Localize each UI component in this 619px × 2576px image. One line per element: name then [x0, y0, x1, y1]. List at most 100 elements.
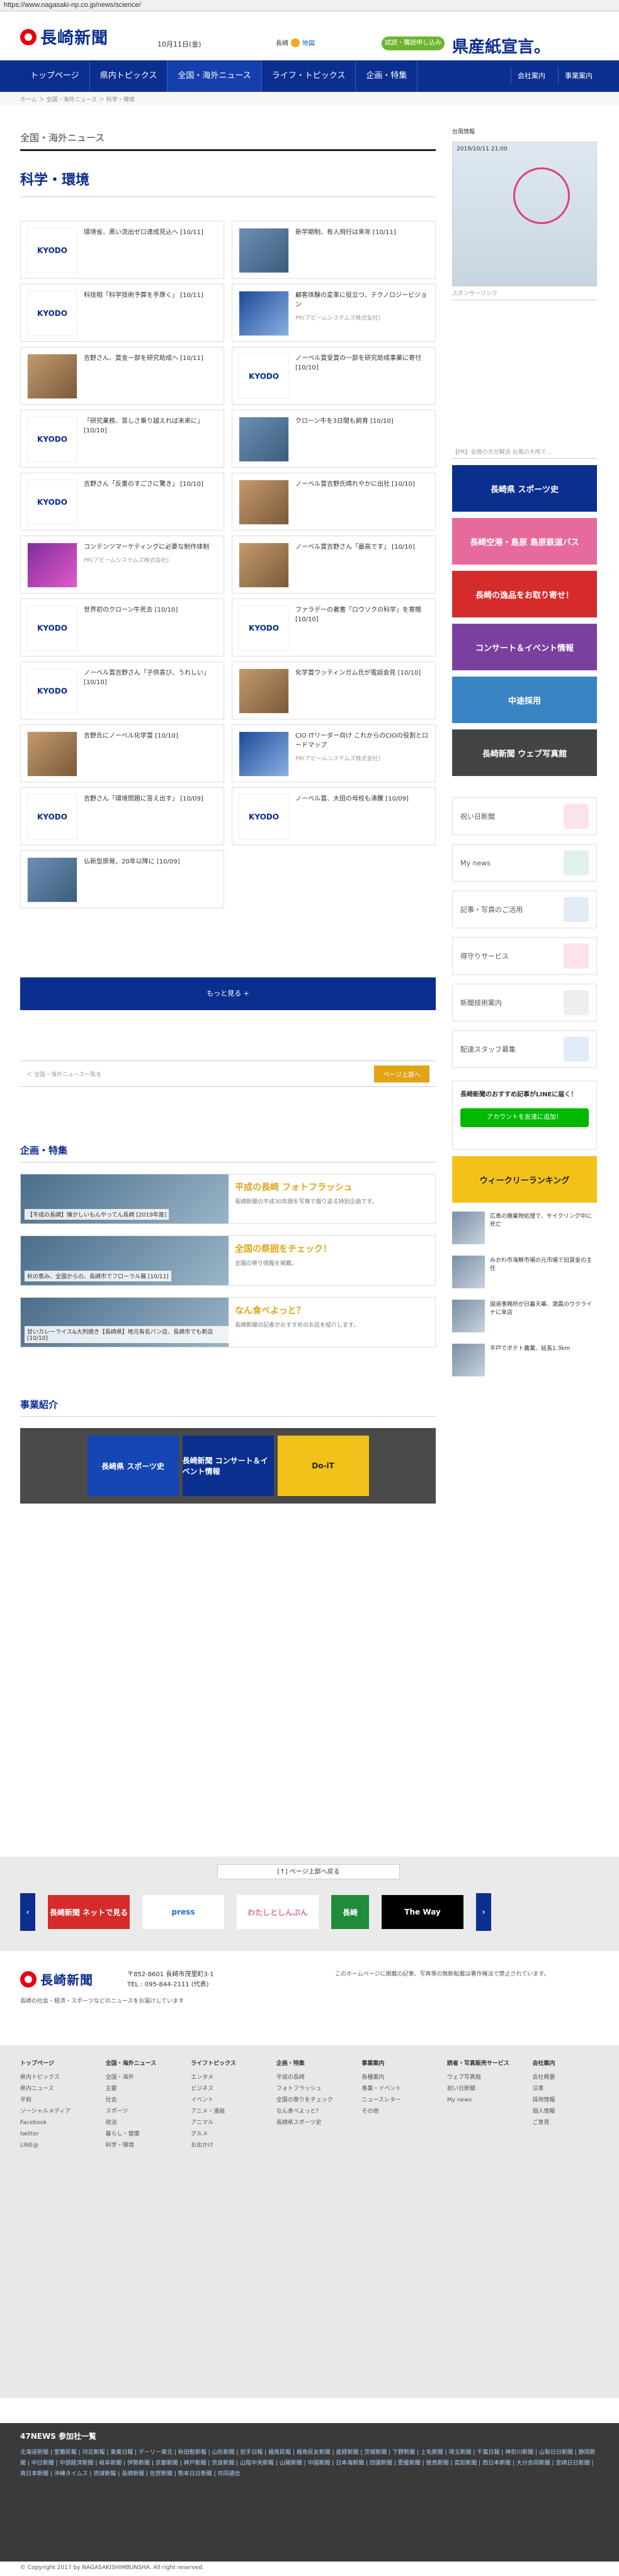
side-ad[interactable]: 長崎空港・島原 島原鉄道バス	[452, 518, 597, 565]
footer-link[interactable]: 県内トピックス	[20, 2072, 87, 2083]
footer-link[interactable]: スポーツ	[106, 2106, 173, 2117]
article-title[interactable]: CIO ITリーダー向け これからのCIOの役割とロードマップ	[295, 733, 428, 749]
footer-link[interactable]: 全国・海外	[106, 2072, 173, 2083]
banner[interactable]: press	[142, 1895, 224, 1929]
footer-link[interactable]: アニメ・漫画	[191, 2106, 258, 2117]
feature-row[interactable]: 秋の恵み、全国からの、長崎市でフローラル展 [10/11] 全国の祭囲をチェック！…	[20, 1235, 436, 1286]
footer-link[interactable]: 事業・イベント	[361, 2083, 428, 2095]
side-link[interactable]: 新聞技術案内	[452, 984, 597, 1021]
footer-link[interactable]: 社会	[106, 2095, 173, 2106]
breadcrumb[interactable]: ホーム ＞ 全国・海外ニュース ＞ 科学・環境	[0, 92, 619, 106]
footer-link[interactable]: アニマル	[191, 2117, 258, 2129]
side-ad[interactable]: コンサート＆イベント情報	[452, 624, 597, 670]
banner[interactable]: The Way	[382, 1895, 463, 1929]
footer-column-title[interactable]: トップページ	[20, 2058, 87, 2069]
article-card[interactable]: KYODO 科技相「科学技術予算を手厚く」 [10/11]	[20, 284, 224, 342]
footer-column-title[interactable]: 事業案内	[361, 2058, 428, 2069]
footer-column-title[interactable]: ライフトピックス	[191, 2058, 258, 2069]
feature-heading[interactable]: 平成の長崎 フォトフラッシュ	[235, 1181, 429, 1193]
carousel-item[interactable]: 長崎新聞 コンサート＆イベント情報	[182, 1436, 274, 1496]
footer-link[interactable]: LINE@	[20, 2140, 87, 2151]
footer-link[interactable]: フォトフラッシュ	[276, 2083, 343, 2095]
article-card[interactable]: KYODO 世界初のクローン牛死去 [10/10]	[20, 599, 224, 656]
footer-link[interactable]: twitter	[20, 2129, 87, 2140]
banner[interactable]: わたしとしんぶん	[237, 1895, 319, 1929]
footer-link[interactable]: ウェブ写真館	[447, 2072, 514, 2083]
footer-link[interactable]: 平成の長崎	[276, 2072, 343, 2083]
footer-link[interactable]: エンタメ	[191, 2072, 258, 2083]
footer-link[interactable]: ニュースレター	[361, 2095, 428, 2106]
side-link[interactable]: 祝い日新聞	[452, 797, 597, 835]
footer-link[interactable]: お出かけ	[191, 2140, 258, 2151]
nav-life-topics[interactable]: ライフ・トピックス	[262, 60, 356, 92]
feature-row[interactable]: 甘いカレーライス&大判焼き【長崎県】地元有名パン店、長崎市でも新店 [10/10…	[20, 1297, 436, 1347]
article-title[interactable]: ノーベル賞受賞の一部を研究助成事業に寄付 [10/10]	[295, 355, 421, 371]
footer-column-title[interactable]: 全国・海外ニュース	[106, 2058, 173, 2069]
banner[interactable]: 長崎	[331, 1895, 369, 1929]
article-card[interactable]: KYODO 環境省、黒い流出ゼロ達成見込へ [10/11]	[20, 221, 224, 279]
side-link[interactable]: 得守りサービス	[452, 937, 597, 975]
typhoon-map[interactable]: 2019/10/11 21:00	[452, 142, 597, 286]
side-news-item[interactable]: 広島の廃棄物処理で、サイクリング中に死亡	[452, 1212, 597, 1247]
article-title[interactable]: コンテンツマーケティングに必要な制作体制	[84, 544, 209, 551]
nav-business[interactable]: 事業案内	[558, 67, 599, 84]
trial-subscribe-button[interactable]: 試読・購読申し込み	[382, 37, 445, 50]
article-card[interactable]: ノーベル賞吉野さん「最高です」 [10/10]	[232, 536, 436, 593]
article-card[interactable]: KYODO 「研究業務、苦しさ乗り越えれば未来に」 [10/10]	[20, 410, 224, 468]
article-title[interactable]: 世界初のクローン牛死去 [10/10]	[84, 607, 178, 614]
article-title[interactable]: ノーベル賞吉野氏晴れやかに出社 [10/10]	[295, 481, 415, 488]
article-title[interactable]: 吉野さん「環境問題に答え出す」 [10/09]	[84, 796, 203, 802]
side-news-item[interactable]: 平戸でポテト農業、延長1.3km	[452, 1344, 597, 1379]
carousel-item[interactable]: Do-iT	[277, 1436, 369, 1496]
article-card[interactable]: KYODO 吉野さん「環境問題に答え出す」 [10/09]	[20, 787, 224, 845]
nav-features[interactable]: 企画・特集	[356, 60, 418, 92]
article-card[interactable]: 化学賞ウッティンガム氏が電話会見 [10/10]	[232, 661, 436, 719]
footer-link[interactable]: イベント	[191, 2095, 258, 2106]
footer-link[interactable]: なん食べよっと？	[276, 2106, 343, 2117]
article-card[interactable]: KYODO ファラデーの著書「ロウソクの科学」を寄贈 [10/10]	[232, 599, 436, 656]
site-logo[interactable]: 長崎新聞	[20, 25, 108, 48]
line-add-button[interactable]: アカウントを友達に追加！	[460, 1108, 589, 1127]
article-card[interactable]: KYODO ノーベル賞、大田の母校も沸騰 [10/09]	[232, 787, 436, 845]
article-title[interactable]: 吉野氏にノーベル化学賞 [10/10]	[84, 733, 178, 740]
side-link[interactable]: My news	[452, 844, 597, 882]
article-title[interactable]: 吉野さん、賞金一部を研究助成へ [10/11]	[84, 355, 203, 362]
side-news-item[interactable]: みかわ市海鮮市場の元市場で旧賃金の主任	[452, 1256, 597, 1291]
article-title[interactable]: ノーベル賞吉野さん「最高です」 [10/10]	[295, 544, 415, 551]
article-card[interactable]: CIO ITリーダー向け これからのCIOの役割とロードマップ PR(アビームシス…	[232, 724, 436, 782]
article-title[interactable]: 顧客体験の変革に役立つ、テクノロジービジョン	[295, 292, 427, 308]
nav-top[interactable]: トップページ	[20, 60, 90, 92]
footer-link[interactable]: 長崎県スポーツ史	[276, 2117, 343, 2129]
footer-link[interactable]: My news	[447, 2095, 514, 2106]
side-ad[interactable]: 中途採用	[452, 677, 597, 723]
carousel-item[interactable]: 長崎県 スポーツ史	[87, 1436, 179, 1496]
footer-column-title[interactable]: 企画・特集	[276, 2058, 343, 2069]
article-card[interactable]: 吉野氏にノーベル化学賞 [10/10]	[20, 724, 224, 782]
footer-column-title[interactable]: 会社案内	[532, 2058, 599, 2069]
footer-link[interactable]: ご意見	[532, 2117, 599, 2129]
chevron-right-icon[interactable]: ›	[476, 1893, 491, 1931]
footer-link[interactable]: 県内ニュース	[20, 2083, 87, 2095]
business-carousel[interactable]: 長崎県 スポーツ史 長崎新聞 コンサート＆イベント情報 Do-iT	[20, 1428, 436, 1504]
weekly-ranking-ad[interactable]: ウィークリーランキング	[452, 1156, 597, 1203]
chevron-left-icon[interactable]: ‹	[20, 1893, 35, 1931]
article-card[interactable]: ノーベル賞吉野氏晴れやかに出社 [10/10]	[232, 473, 436, 531]
footer-link[interactable]: 全国の祭りをチェック	[276, 2095, 343, 2106]
nav-national-news[interactable]: 全国・海外ニュース	[168, 60, 262, 92]
side-ad[interactable]: 長崎新聞 ウェブ写真館	[452, 729, 597, 776]
article-title[interactable]: ノーベル賞、大田の母校も沸騰 [10/09]	[295, 796, 409, 802]
article-title[interactable]: 化学賞ウッティンガム氏が電話会見 [10/10]	[295, 670, 421, 677]
article-title[interactable]: 環境省、黒い流出ゼロ達成見込へ [10/11]	[84, 229, 203, 236]
side-news-item[interactable]: 国道事務所が日暮天幕、激震のウクライナに来店	[452, 1300, 597, 1335]
footer-link[interactable]: グルメ	[191, 2129, 258, 2140]
article-card[interactable]: クローン牛を3日間も飼育 [10/10]	[232, 410, 436, 468]
article-card[interactable]: KYODO ノーベル賞受賞の一部を研究助成事業に寄付 [10/10]	[232, 347, 436, 405]
footer-link[interactable]: 祝い日新聞	[447, 2083, 514, 2095]
footer-link[interactable]: 政治	[106, 2117, 173, 2129]
footer-link[interactable]: 沿革	[532, 2083, 599, 2095]
weather-map-link[interactable]: 地図	[302, 38, 315, 47]
footer-link[interactable]: その他	[361, 2106, 428, 2117]
article-title[interactable]: ファラデーの著書「ロウソクの科学」を寄贈 [10/10]	[295, 607, 421, 623]
article-card[interactable]: KYODO 吉野さん「反重のすごさに驚き」 [10/10]	[20, 473, 224, 531]
footer-logo[interactable]: 長崎新聞	[20, 1970, 93, 1988]
